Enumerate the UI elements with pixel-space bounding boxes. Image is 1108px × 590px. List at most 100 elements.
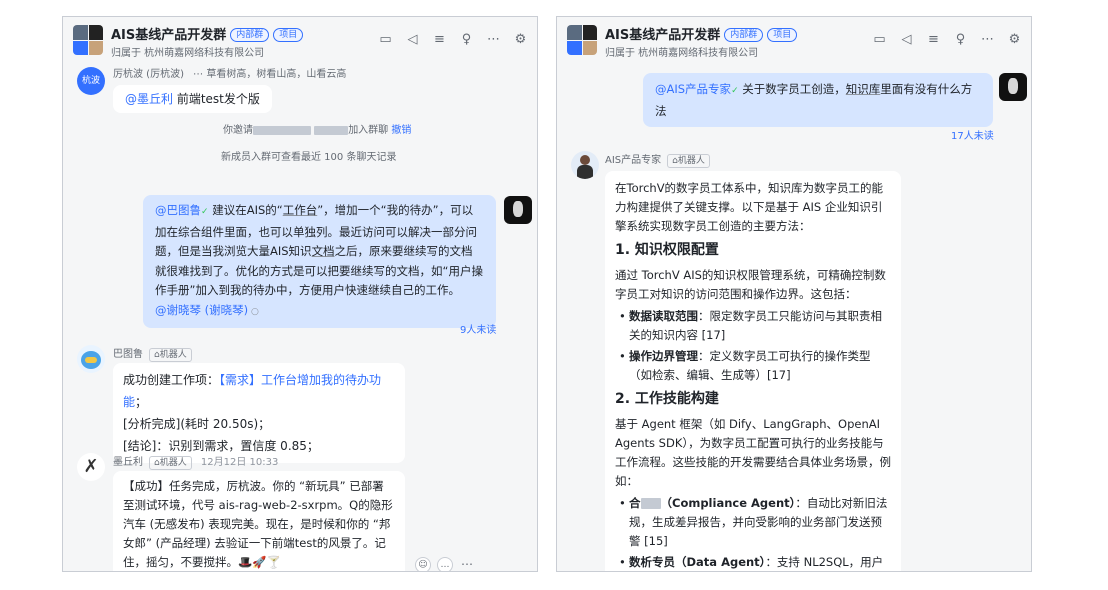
unread-circle-icon: ○ — [248, 306, 259, 317]
bot-badge: ⌂机器人 — [667, 154, 710, 168]
message-text: 前端test发个版 — [173, 92, 260, 106]
bot-name[interactable]: 墨丘利 — [113, 457, 143, 468]
redacted-name — [253, 125, 311, 135]
chat-window-right: AIS基线产品开发群 内部群 项目 归属于 杭州萌嘉网络科技有限公司 ▭ ◁ ≡ ♀… — [556, 16, 1032, 572]
message-time: 12月12日 10:33 — [200, 457, 279, 468]
signature-icon: ⋯ — [193, 69, 204, 80]
message-bubble[interactable]: @墨丘利 前端test发个版 — [113, 85, 272, 113]
more-actions-icon[interactable]: ⋯ — [459, 557, 475, 571]
my-message-bubble[interactable]: @巴图鲁✓ 建议在AIS的“工作台”，增加一个“我的待办”，可以加在综合组件里面… — [143, 195, 496, 328]
chat-window-left: AIS基线产品开发群 内部群 项目 归属于 杭州萌嘉网络科技有限公司 ▭ ◁ ≡ ♀… — [62, 16, 538, 572]
header-toolbar: ▭ ◁ ≡ ♀ ⋯ ⚙ — [871, 32, 1023, 48]
bot-badge: ⌂机器人 — [149, 456, 192, 470]
group-avatar[interactable] — [567, 25, 597, 55]
sender-signature: 草看树高，树看山高，山看云高 — [206, 69, 347, 80]
bot-badge-label: 机器人 — [159, 350, 187, 360]
reply-icon[interactable]: … — [437, 557, 453, 571]
bot-message-bubble[interactable]: 在TorchV的数字员工体系中，知识库为数字员工的能力构建提供了关键支撑。以下是… — [605, 171, 901, 571]
message-line: 成功创建工作项：【需求】工作台增加我的待办功能； — [123, 369, 395, 413]
my-avatar[interactable] — [504, 196, 532, 224]
bot-avatar[interactable]: ✗ — [77, 453, 105, 481]
my-avatar[interactable] — [999, 73, 1027, 101]
section-heading: 2. 工作技能构建 — [615, 391, 719, 407]
redacted-name — [314, 125, 349, 135]
list-item: 操作边界管理：定义数字员工可执行的操作类型（如检索、编辑、生成等）[17] — [615, 347, 891, 385]
system-message-invite: 你邀请 加入群聊 撤销 — [223, 121, 411, 136]
list-item-title: 合 — [629, 496, 641, 510]
message-paragraph: 通过 TorchV AIS的知识权限管理系统，可精确控制数字员工对知识的访问范围… — [615, 268, 886, 301]
sender-name[interactable]: 厉杭波 (厉杭波) — [113, 69, 184, 80]
group-avatar[interactable] — [73, 25, 103, 55]
section-heading: 1. 知识权限配置 — [615, 242, 719, 258]
bot-badge-label: 机器人 — [159, 458, 187, 468]
bot-name-line: 巴图鲁 ⌂机器人 — [113, 345, 192, 362]
group-subtitle: 归属于 杭州萌嘉网络科技有限公司 — [111, 48, 265, 59]
doc-link[interactable]: 知识库 — [846, 82, 881, 96]
sender-line: 厉杭波 (厉杭波) ⋯ 草看树高，树看山高，山看云高 — [113, 65, 346, 80]
doc-link[interactable]: 工作台 — [283, 203, 318, 217]
bot-avatar[interactable] — [571, 151, 599, 179]
bot-avatar[interactable] — [77, 345, 105, 373]
project-tag: 项目 — [273, 28, 304, 42]
add-member-icon[interactable]: ♀ — [458, 32, 475, 48]
bot-name[interactable]: AIS产品专家 — [605, 155, 661, 166]
bot-message-bubble[interactable]: 【成功】任务完成，厉杭波。你的 “新玩具” 已部署至测试环境，代号 ais-ra… — [113, 471, 405, 571]
bot-badge: ⌂机器人 — [149, 348, 192, 362]
internal-group-tag: 内部群 — [230, 28, 270, 42]
read-check-icon: ✓ — [201, 207, 209, 217]
more-icon[interactable]: ⋯ — [485, 32, 502, 48]
list-item-title: 数析专员（Data Agent） — [629, 555, 766, 569]
bot-badge-label: 机器人 — [677, 156, 705, 166]
internal-group-tag: 内部群 — [724, 28, 764, 42]
system-message-history: 新成员入群可查看最近 100 条聊天记录 — [221, 152, 397, 163]
unread-count[interactable]: 17人未读 — [951, 127, 994, 142]
mention-link[interactable]: @AIS产品专家 — [655, 82, 731, 96]
message-text: 【成功】任务完成，厉杭波。你的 “新玩具” 已部署至测试环境，代号 ais-ra… — [123, 479, 393, 569]
voice-icon[interactable]: ◁ — [404, 32, 421, 48]
unread-count[interactable]: 9人未读 — [460, 321, 496, 336]
invite-prefix: 你邀请 — [223, 125, 253, 136]
redacted-text — [640, 498, 661, 509]
header-toolbar: ▭ ◁ ≡ ♀ ⋯ ⚙ — [377, 32, 529, 48]
mention-link[interactable]: @巴图鲁 — [155, 203, 201, 217]
settings-icon[interactable]: ⚙ — [512, 32, 529, 48]
bot-name[interactable]: 巴图鲁 — [113, 349, 143, 360]
user-avatar[interactable]: 杭波 — [77, 67, 105, 95]
list-item-title: 数据读取范围 — [629, 309, 698, 323]
chat-header: AIS基线产品开发群 内部群 项目 归属于 杭州萌嘉网络科技有限公司 ▭ ◁ ≡ ♀… — [63, 17, 537, 63]
bot-message-bubble[interactable]: 成功创建工作项：【需求】工作台增加我的待办功能； [分析完成](耗时 20.50… — [113, 363, 405, 463]
doc-link[interactable]: 文档 — [312, 244, 335, 258]
bot-name-line: 墨丘利 ⌂机器人 12月12日 10:33 — [113, 453, 278, 470]
my-message-bubble[interactable]: @AIS产品专家✓ 关于数字员工创造，知识库里面有没有什么方法 — [643, 73, 993, 127]
video-call-icon[interactable]: ▭ — [871, 32, 888, 48]
voice-icon[interactable]: ◁ — [898, 32, 915, 48]
recall-link[interactable]: 撤销 — [391, 125, 411, 136]
message-search-icon[interactable]: ≡ — [925, 32, 942, 48]
message-text: ； — [135, 395, 148, 409]
group-title[interactable]: AIS基线产品开发群 内部群 项目 — [111, 24, 304, 43]
more-icon[interactable]: ⋯ — [979, 32, 996, 48]
list-item: 数据读取范围：限定数字员工只能访问与其职责相关的知识内容 [17] — [615, 307, 891, 345]
list-item-title: 操作边界管理 — [629, 349, 698, 363]
settings-icon[interactable]: ⚙ — [1006, 32, 1023, 48]
message-text: 关于数字员工创造， — [738, 82, 846, 96]
reaction-icon[interactable]: ☺ — [415, 557, 431, 571]
read-check-icon: ✓ — [731, 86, 739, 96]
group-name: AIS基线产品开发群 — [605, 28, 721, 43]
invite-suffix: 加入群聊 — [348, 125, 389, 136]
add-member-icon[interactable]: ♀ — [952, 32, 969, 48]
message-text: 成功创建工作项： — [123, 373, 220, 387]
message-search-icon[interactable]: ≡ — [431, 32, 448, 48]
video-call-icon[interactable]: ▭ — [377, 32, 394, 48]
group-name: AIS基线产品开发群 — [111, 28, 227, 43]
group-title[interactable]: AIS基线产品开发群 内部群 项目 — [605, 24, 798, 43]
mention-link[interactable]: @谢晓琴 (谢晓琴) — [155, 303, 248, 317]
list-item-title: （Compliance Agent） — [660, 496, 796, 510]
mention-link[interactable]: @墨丘利 — [125, 92, 173, 106]
message-line: [分析完成](耗时 20.50s)； — [123, 417, 271, 431]
project-tag: 项目 — [767, 28, 798, 42]
message-text: 建议在AIS的“ — [208, 203, 283, 217]
bot-name-line: AIS产品专家 ⌂机器人 — [605, 151, 710, 168]
list-item: 数析专员（Data Agent）：支持 NL2SQL，用户输入“查询上季度华东区… — [615, 553, 891, 571]
message-paragraph: 在TorchV的数字员工体系中，知识库为数字员工的能力构建提供了关键支撑。以下是… — [615, 181, 884, 233]
